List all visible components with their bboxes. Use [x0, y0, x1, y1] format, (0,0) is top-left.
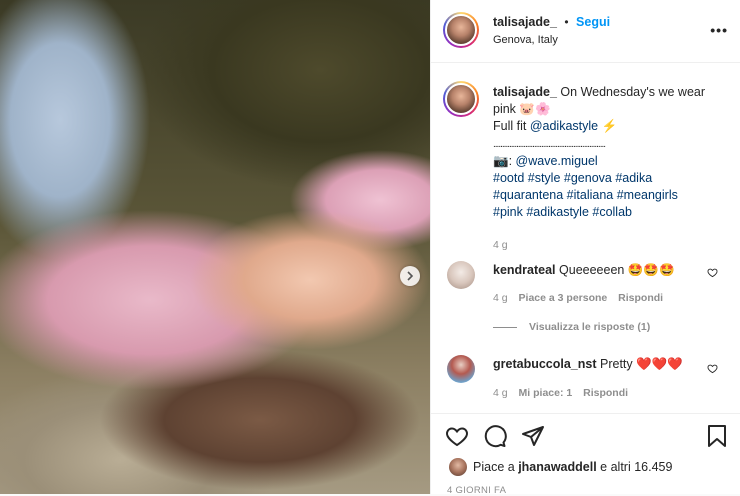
- liker-username[interactable]: jhanawaddell: [518, 460, 597, 474]
- save-bookmark-icon[interactable]: [706, 424, 728, 448]
- comment-emoji: 🤩🤩🤩: [627, 263, 675, 277]
- comment-text: Pretty: [600, 357, 633, 371]
- comments-feed: talisajade_ On Wednesday's we wear pink …: [431, 63, 740, 413]
- comment-text: Queeeeeen: [559, 263, 625, 277]
- author-avatar[interactable]: [443, 12, 479, 48]
- comment-avatar[interactable]: [447, 355, 475, 383]
- caption-emoji: 🐷🌸: [519, 102, 551, 116]
- separator-dot: •: [564, 15, 569, 29]
- share-paper-plane-icon[interactable]: [521, 424, 545, 448]
- comment-likes[interactable]: Mi piace: 1: [519, 387, 573, 399]
- liker-avatar[interactable]: [449, 458, 467, 476]
- comment-time[interactable]: 4 g: [493, 387, 508, 399]
- more-dots-icon[interactable]: •••: [710, 22, 728, 38]
- instagram-post: talisajade_ • Segui Genova, Italy ••• ta…: [0, 0, 740, 496]
- chevron-right-icon: [407, 271, 414, 281]
- follow-button[interactable]: Segui: [576, 15, 610, 29]
- post-photo[interactable]: [0, 0, 430, 494]
- post-actions: Piace a jhanawaddell e altri 16.459 4 GI…: [431, 413, 740, 496]
- like-comment-heart-icon[interactable]: [707, 267, 718, 278]
- next-image-button[interactable]: [400, 266, 420, 286]
- author-username[interactable]: talisajade_: [493, 15, 557, 29]
- hashtags-line-3[interactable]: #pink #adikastyle #collab: [493, 205, 632, 219]
- replies-line: [493, 326, 517, 328]
- post-location[interactable]: Genova, Italy: [493, 34, 558, 46]
- camera-emoji: 📷: [493, 154, 509, 168]
- comment-avatar[interactable]: [447, 261, 475, 289]
- hashtags-line-1[interactable]: #ootd #style #genova #adika: [493, 171, 652, 185]
- post-sidebar: talisajade_ • Segui Genova, Italy ••• ta…: [430, 0, 740, 496]
- comment-emoji: ❤️❤️❤️: [636, 357, 683, 371]
- reply-button[interactable]: Rispondi: [618, 292, 663, 304]
- mention-adikastyle[interactable]: @adikastyle: [530, 119, 598, 133]
- hashtags-line-2[interactable]: #quarantena #italiana #meangirls: [493, 188, 678, 202]
- post-header: talisajade_ • Segui Genova, Italy •••: [431, 0, 740, 63]
- view-replies-button[interactable]: Visualizza le risposte (1): [493, 321, 650, 333]
- comment-bubble-icon[interactable]: [483, 424, 507, 448]
- mention-wave-miguel[interactable]: @wave.miguel: [516, 154, 598, 168]
- likes-suffix[interactable]: e altri 16.459: [600, 460, 672, 474]
- like-comment-heart-icon[interactable]: [707, 363, 718, 374]
- caption-time[interactable]: 4 g: [493, 237, 721, 254]
- comment-username[interactable]: kendrateal: [493, 263, 556, 277]
- post-date[interactable]: 4 GIORNI FA: [447, 485, 506, 496]
- comment-username[interactable]: gretabuccola_nst: [493, 357, 597, 371]
- caption-avatar[interactable]: [443, 81, 479, 117]
- comment-time[interactable]: 4 g: [493, 292, 508, 304]
- likes-prefix: Piace a: [473, 460, 515, 474]
- caption-username[interactable]: talisajade_: [493, 85, 557, 99]
- reply-button[interactable]: Rispondi: [583, 387, 628, 399]
- comment-likes[interactable]: Piace a 3 persone: [519, 292, 608, 304]
- caption-divider: ........................................…: [493, 139, 606, 150]
- view-replies-label: Visualizza le risposte (1): [529, 321, 651, 333]
- caption-fit-text: Full fit: [493, 119, 527, 133]
- lightning-emoji: ⚡: [601, 119, 618, 133]
- like-heart-icon[interactable]: [445, 424, 469, 448]
- likes-summary[interactable]: Piace a jhanawaddell e altri 16.459: [473, 460, 672, 474]
